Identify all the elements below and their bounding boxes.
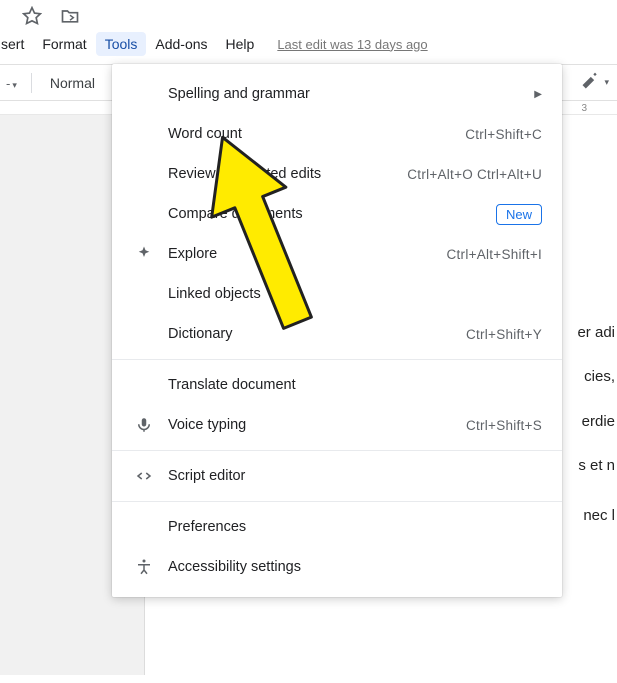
menu-insert[interactable]: sert — [0, 32, 33, 56]
menu-item-word-count[interactable]: Word count Ctrl+Shift+C — [112, 114, 562, 154]
ruler-tick-3: 3 — [581, 103, 587, 114]
menu-item-accessibility[interactable]: Accessibility settings — [112, 547, 562, 587]
menu-item-compare-documents[interactable]: Compare documents New — [112, 194, 562, 234]
menu-help[interactable]: Help — [217, 32, 264, 56]
menu-item-shortcut: Ctrl+Shift+S — [466, 418, 542, 433]
menu-separator — [112, 501, 562, 502]
menu-item-label: Word count — [168, 126, 465, 142]
toolbar-dropdown-caret-icon[interactable]: -▾ — [4, 75, 19, 91]
menu-item-script-editor[interactable]: Script editor — [112, 456, 562, 496]
menu-item-translate[interactable]: Translate document — [112, 365, 562, 405]
mic-icon — [132, 416, 156, 434]
paragraph-style-label: Normal — [50, 75, 95, 91]
move-folder-icon[interactable] — [60, 6, 80, 26]
menu-item-label: Accessibility settings — [168, 559, 542, 575]
menu-item-dictionary[interactable]: Dictionary Ctrl+Shift+Y — [112, 314, 562, 354]
menu-item-linked-objects[interactable]: Linked objects — [112, 274, 562, 314]
explore-icon — [132, 245, 156, 263]
menu-item-label: Preferences — [168, 519, 542, 535]
chevron-down-icon[interactable]: ▾ — [604, 77, 609, 88]
paragraph-style-selector[interactable]: Normal — [44, 73, 101, 93]
submenu-arrow-icon: ▶ — [534, 89, 542, 100]
menu-item-shortcut: Ctrl+Alt+O Ctrl+Alt+U — [407, 167, 542, 182]
menu-item-label: Compare documents — [168, 206, 496, 222]
menu-item-label: Review suggested edits — [168, 166, 407, 182]
menu-item-shortcut: Ctrl+Shift+Y — [466, 327, 542, 342]
menu-item-preferences[interactable]: Preferences — [112, 507, 562, 547]
menu-item-voice-typing[interactable]: Voice typing Ctrl+Shift+S — [112, 405, 562, 445]
menu-item-shortcut: Ctrl+Shift+C — [465, 127, 542, 142]
menu-addons[interactable]: Add-ons — [146, 32, 216, 56]
menu-item-label: Spelling and grammar — [168, 86, 528, 102]
menu-tools[interactable]: Tools — [96, 32, 147, 56]
menu-item-label: Script editor — [168, 468, 542, 484]
new-badge: New — [496, 204, 542, 225]
menu-format[interactable]: Format — [33, 32, 95, 56]
menu-item-shortcut: Ctrl+Alt+Shift+I — [447, 247, 542, 262]
menu-item-review-suggested[interactable]: Review suggested edits Ctrl+Alt+O Ctrl+A… — [112, 154, 562, 194]
accessibility-icon — [132, 558, 156, 576]
menu-item-label: Dictionary — [168, 326, 466, 342]
menu-item-label: Translate document — [168, 377, 542, 393]
star-icon[interactable] — [22, 6, 42, 26]
menu-bar: sert Format Tools Add-ons Help Last edit… — [0, 28, 617, 65]
menu-item-label: Explore — [168, 246, 447, 262]
highlight-tool-icon[interactable] — [580, 71, 600, 94]
menu-item-spelling-grammar[interactable]: Spelling and grammar ▶ — [112, 74, 562, 114]
tools-dropdown-menu: Spelling and grammar ▶ Word count Ctrl+S… — [112, 64, 562, 597]
code-icon — [132, 467, 156, 485]
menu-item-label: Voice typing — [168, 417, 466, 433]
menu-item-explore[interactable]: Explore Ctrl+Alt+Shift+I — [112, 234, 562, 274]
menu-item-label: Linked objects — [168, 286, 542, 302]
menu-separator — [112, 359, 562, 360]
menu-separator — [112, 450, 562, 451]
last-edit-link[interactable]: Last edit was 13 days ago — [277, 37, 427, 52]
